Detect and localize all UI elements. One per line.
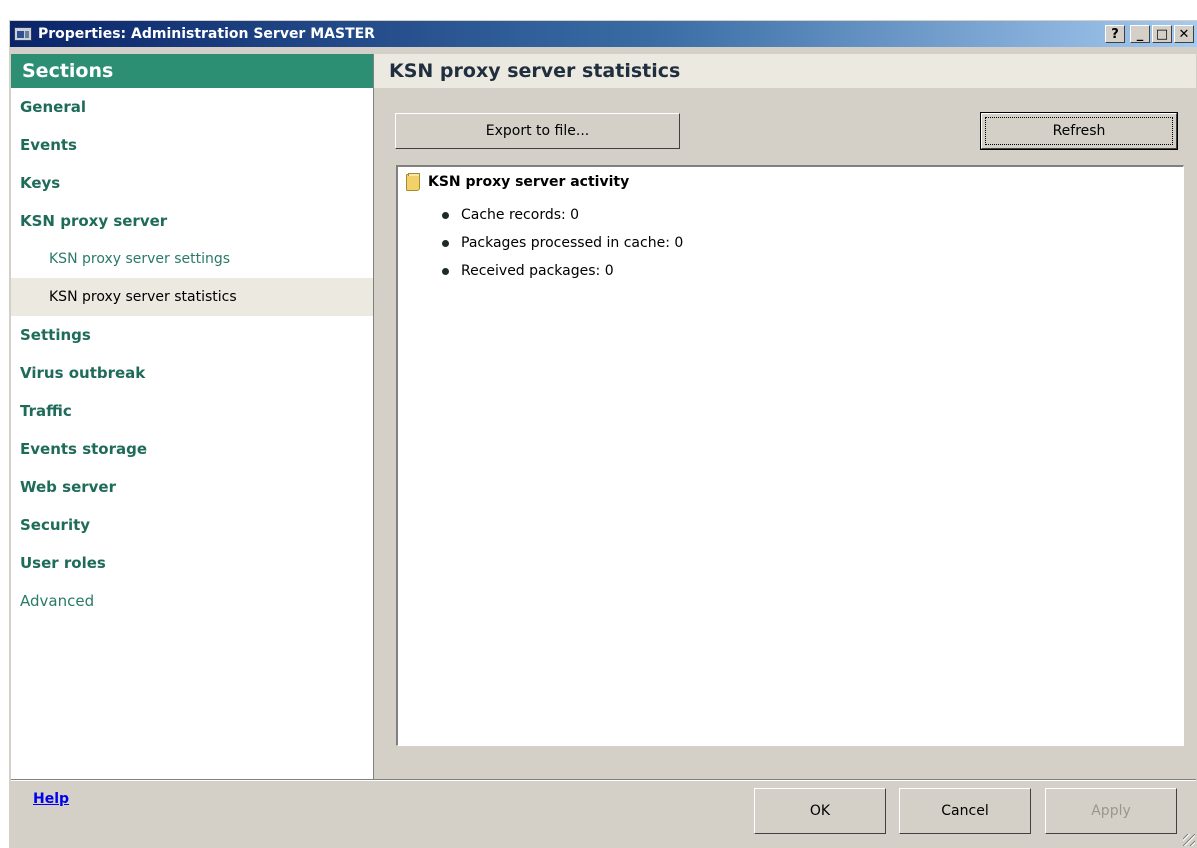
- folder-icon: [406, 173, 422, 191]
- list-item: Packages processed in cache: 0: [442, 229, 683, 257]
- sidebar-item-ksn-proxy-server[interactable]: KSN proxy server: [11, 202, 373, 240]
- ok-button[interactable]: OK: [754, 788, 886, 834]
- maximize-icon: □: [1155, 26, 1169, 42]
- sidebar-item-advanced[interactable]: Advanced: [11, 582, 373, 620]
- sidebar-item-user-roles[interactable]: User roles: [11, 544, 373, 582]
- ok-button-label: OK: [809, 803, 831, 819]
- stat-packages-processed: Packages processed in cache: 0: [461, 235, 684, 251]
- help-link[interactable]: Help: [33, 791, 69, 807]
- list-item: Cache records: 0: [442, 201, 683, 229]
- cancel-button-label: Cancel: [941, 803, 989, 819]
- focus-ring: [985, 117, 1173, 145]
- export-to-file-button[interactable]: Export to file...: [395, 113, 680, 149]
- sidebar-item-ksn-proxy-server-statistics[interactable]: KSN proxy server statistics: [11, 278, 373, 316]
- sidebar-item-settings[interactable]: Settings: [11, 316, 373, 354]
- properties-dialog: Properties: Administration Server MASTER…: [8, 19, 1197, 848]
- app-icon: [14, 27, 32, 41]
- export-button-label: Export to file...: [485, 123, 590, 139]
- sections-header: Sections: [11, 54, 373, 88]
- refresh-button[interactable]: Refresh: [980, 112, 1178, 150]
- sidebar-item-security[interactable]: Security: [11, 506, 373, 544]
- title-bar-buttons: ? _ □ ✕: [1105, 25, 1194, 43]
- stat-received-packages: Received packages: 0: [461, 263, 614, 279]
- sidebar-item-web-server[interactable]: Web server: [11, 468, 373, 506]
- sidebar-item-ksn-proxy-server-settings[interactable]: KSN proxy server settings: [11, 240, 373, 278]
- apply-button-label: Apply: [1091, 803, 1131, 819]
- close-icon: ✕: [1178, 26, 1190, 42]
- cancel-button[interactable]: Cancel: [899, 788, 1031, 834]
- stat-cache-records: Cache records: 0: [461, 207, 580, 223]
- help-question-icon: ?: [1111, 26, 1119, 42]
- bullet-icon: [442, 211, 449, 219]
- window-title: Properties: Administration Server MASTER: [38, 26, 375, 42]
- sidebar-item-events-storage[interactable]: Events storage: [11, 430, 373, 468]
- sections-pane: Sections General Events Keys KSN proxy s…: [11, 54, 374, 779]
- close-button[interactable]: ✕: [1174, 25, 1194, 43]
- statistics-panel[interactable]: KSN proxy server activity Cache records:…: [396, 165, 1184, 746]
- bullet-icon: [442, 239, 449, 247]
- list-item: Received packages: 0: [442, 257, 683, 285]
- minimize-icon: _: [1136, 26, 1144, 42]
- page-title: KSN proxy server statistics: [374, 54, 1196, 88]
- sidebar-item-general[interactable]: General: [11, 88, 373, 126]
- bullet-icon: [442, 267, 449, 275]
- sidebar-item-events[interactable]: Events: [11, 126, 373, 164]
- title-bar[interactable]: Properties: Administration Server MASTER…: [10, 21, 1197, 47]
- sidebar-item-keys[interactable]: Keys: [11, 164, 373, 202]
- activity-group-title: KSN proxy server activity: [406, 173, 629, 191]
- maximize-button[interactable]: □: [1152, 25, 1172, 43]
- activity-group-label: KSN proxy server activity: [428, 174, 630, 190]
- sidebar-item-traffic[interactable]: Traffic: [11, 392, 373, 430]
- sidebar-item-virus-outbreak[interactable]: Virus outbreak: [11, 354, 373, 392]
- help-title-button[interactable]: ?: [1105, 25, 1125, 43]
- minimize-button[interactable]: _: [1130, 25, 1150, 43]
- stats-list: Cache records: 0 Packages processed in c…: [442, 201, 683, 285]
- sections-list: General Events Keys KSN proxy server KSN…: [11, 88, 373, 620]
- resize-grip-icon[interactable]: [1183, 834, 1195, 846]
- footer-separator: [11, 779, 1196, 781]
- apply-button: Apply: [1045, 788, 1177, 834]
